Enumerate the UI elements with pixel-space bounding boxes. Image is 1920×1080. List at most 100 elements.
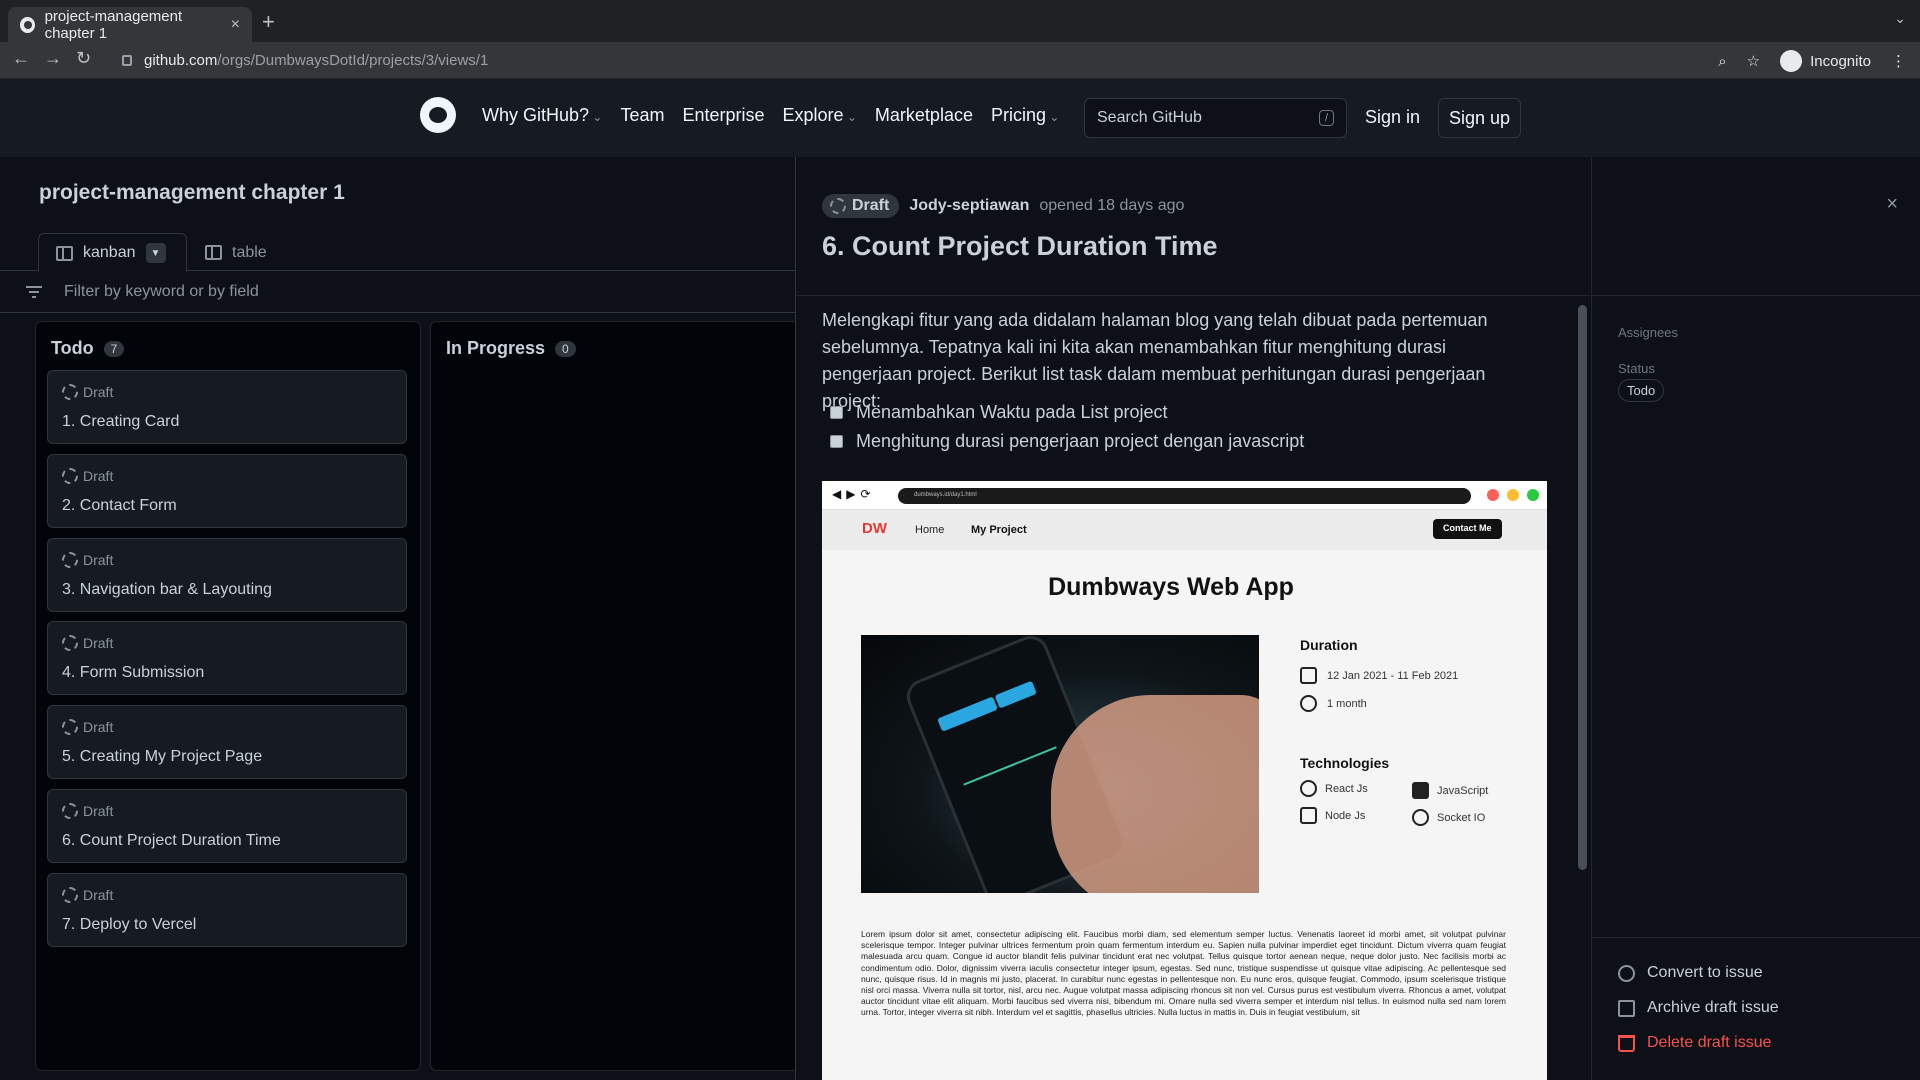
divider (1592, 937, 1920, 938)
tab-table[interactable]: table (188, 233, 284, 272)
draft-icon (830, 198, 846, 214)
card[interactable]: Draft 6. Count Project Duration Time (47, 789, 407, 863)
mock-max-dot (1527, 489, 1539, 501)
task-checkbox[interactable] (830, 406, 843, 419)
table-icon (205, 245, 222, 260)
task-label: Menghitung durasi pengerjaan project den… (856, 431, 1305, 451)
calendar-icon (1300, 667, 1317, 684)
phone-photo (861, 635, 1259, 893)
search-placeholder: Search GitHub (1097, 109, 1202, 126)
task-label: Menambahkan Waktu pada List project (856, 402, 1168, 422)
tech-label: JavaScript (1437, 784, 1489, 797)
filter-placeholder: Filter by keyword or by field (64, 282, 259, 300)
lorem-paragraph: Lorem ipsum dolor sit amet, consectetur … (861, 929, 1506, 1018)
embedded-screenshot: ◀▶⟳ dumbways.id/day1.html DW Home My Pro… (822, 481, 1547, 1080)
archive-draft-button[interactable]: Archive draft issue (1618, 999, 1779, 1017)
mock-browser-bar: ◀▶⟳ dumbways.id/day1.html (822, 481, 1547, 510)
action-label: Convert to issue (1647, 964, 1763, 981)
sign-in-link[interactable]: Sign in (1365, 107, 1420, 128)
tech-label: Node Js (1325, 809, 1366, 822)
card-status: Draft (62, 468, 113, 484)
duration-value: 1 month (1327, 697, 1367, 710)
draft-badge: Draft (822, 194, 900, 218)
view-options-chevron-icon[interactable]: ▼ (145, 243, 166, 263)
tab-close-icon[interactable]: × (231, 16, 240, 34)
issue-body: Melengkapi fitur yang ada didalam halama… (822, 307, 1547, 1080)
mock-site-nav: DW Home My Project Contact Me (822, 510, 1547, 550)
browser-tab[interactable]: project-management chapter 1 × (8, 7, 252, 42)
hand-shape (1051, 695, 1259, 893)
reload-icon[interactable]: ↻ (76, 48, 91, 69)
card-status: Draft (62, 552, 113, 568)
incognito-icon (1780, 50, 1803, 72)
card[interactable]: Draft 2. Contact Form (47, 454, 407, 528)
address-bar[interactable]: github.com /orgs/DumbwaysDotId/projects/… (110, 46, 1820, 75)
task-item: Menambahkan Waktu pada List project (830, 402, 1168, 423)
card-title: 3. Navigation bar & Layouting (62, 581, 272, 598)
zoom-icon[interactable]: ⌕ (1718, 53, 1726, 70)
card[interactable]: Draft 3. Navigation bar & Layouting (47, 538, 407, 612)
delete-draft-button[interactable]: Delete draft issue (1618, 1034, 1772, 1052)
tab-kanban[interactable]: kanban ▼ (38, 233, 187, 272)
tech-heading: Technologies (1300, 755, 1390, 771)
issue-sidebar: Assignees Status Todo Convert to issue A… (1591, 157, 1920, 1080)
url-path: /orgs/DumbwaysDotId/projects/3/views/1 (217, 52, 489, 69)
convert-to-issue-button[interactable]: Convert to issue (1618, 964, 1763, 982)
archive-icon (1618, 999, 1635, 1017)
card[interactable]: Draft 7. Deploy to Vercel (47, 873, 407, 947)
star-icon[interactable]: ☆ (1747, 52, 1760, 70)
card-status-label: Draft (83, 552, 114, 568)
nav-enterprise[interactable]: Enterprise (682, 105, 764, 126)
tech-label: Socket IO (1437, 811, 1486, 824)
mock-contact-button: Contact Me (1433, 519, 1502, 539)
task-checkbox[interactable] (830, 435, 843, 448)
sign-up-button[interactable]: Sign up (1438, 98, 1522, 138)
filter-icon (26, 285, 42, 298)
menu-dots-icon[interactable]: ⋮ (1891, 52, 1906, 70)
issue-description: Melengkapi fitur yang ada didalam halama… (822, 310, 1488, 411)
new-tab-icon[interactable]: + (262, 9, 275, 35)
tab-search-chevron-icon[interactable]: ⌄ (1894, 10, 1906, 27)
card-title: 6. Count Project Duration Time (62, 832, 281, 849)
column-count: 0 (555, 340, 576, 357)
column-count: 7 (103, 340, 125, 357)
forward-arrow-icon[interactable]: → (44, 48, 62, 69)
status-label: Status (1618, 361, 1655, 376)
view-tabs: kanban ▼ table (0, 229, 795, 272)
card[interactable]: Draft 1. Creating Card (47, 370, 407, 444)
browser-toolbar: ← → ↻ github.com /orgs/DumbwaysDotId/pro… (0, 42, 1920, 79)
draft-icon (62, 468, 78, 484)
card-status: Draft (62, 719, 113, 735)
back-arrow-icon[interactable]: ← (12, 48, 30, 69)
nav-explore[interactable]: Explore (783, 105, 857, 126)
nav-team[interactable]: Team (620, 105, 664, 126)
mock-heading: Dumbways Web App (1048, 573, 1294, 601)
card[interactable]: Draft 5. Creating My Project Page (47, 705, 407, 779)
nav-why-github[interactable]: Why GitHub? (482, 105, 602, 126)
board-icon (56, 245, 73, 261)
panel-scrollbar[interactable] (1578, 305, 1587, 870)
incognito-profile[interactable]: Incognito (1780, 50, 1871, 72)
card-status: Draft (62, 887, 113, 903)
card-status: Draft (62, 803, 113, 819)
mock-url: dumbways.id/day1.html (898, 488, 1471, 504)
nav-pricing[interactable]: Pricing (991, 105, 1059, 126)
draft-icon (62, 384, 78, 400)
card-title: 4. Form Submission (62, 664, 205, 681)
search-input[interactable]: Search GitHub / (1084, 98, 1347, 138)
github-header: Why GitHub? Team Enterprise Explore Mark… (0, 79, 1920, 157)
column-header: Todo 7 (51, 338, 125, 359)
draft-icon (62, 552, 78, 568)
card[interactable]: Draft 4. Form Submission (47, 621, 407, 695)
issue-author[interactable]: Jody-septiawan (909, 197, 1029, 215)
project-title: project-management chapter 1 (39, 181, 345, 204)
nav-marketplace[interactable]: Marketplace (875, 105, 973, 126)
browser-tab-strip: project-management chapter 1 × + ⌄ (0, 0, 1920, 42)
assignees-label[interactable]: Assignees (1618, 325, 1678, 340)
github-logo-icon[interactable] (420, 97, 456, 133)
tab-table-label: table (232, 243, 267, 261)
filter-bar[interactable]: Filter by keyword or by field (0, 271, 795, 313)
status-badge[interactable]: Todo (1618, 379, 1665, 402)
tech-item: JavaScript (1412, 782, 1488, 799)
convert-icon (1618, 964, 1635, 982)
